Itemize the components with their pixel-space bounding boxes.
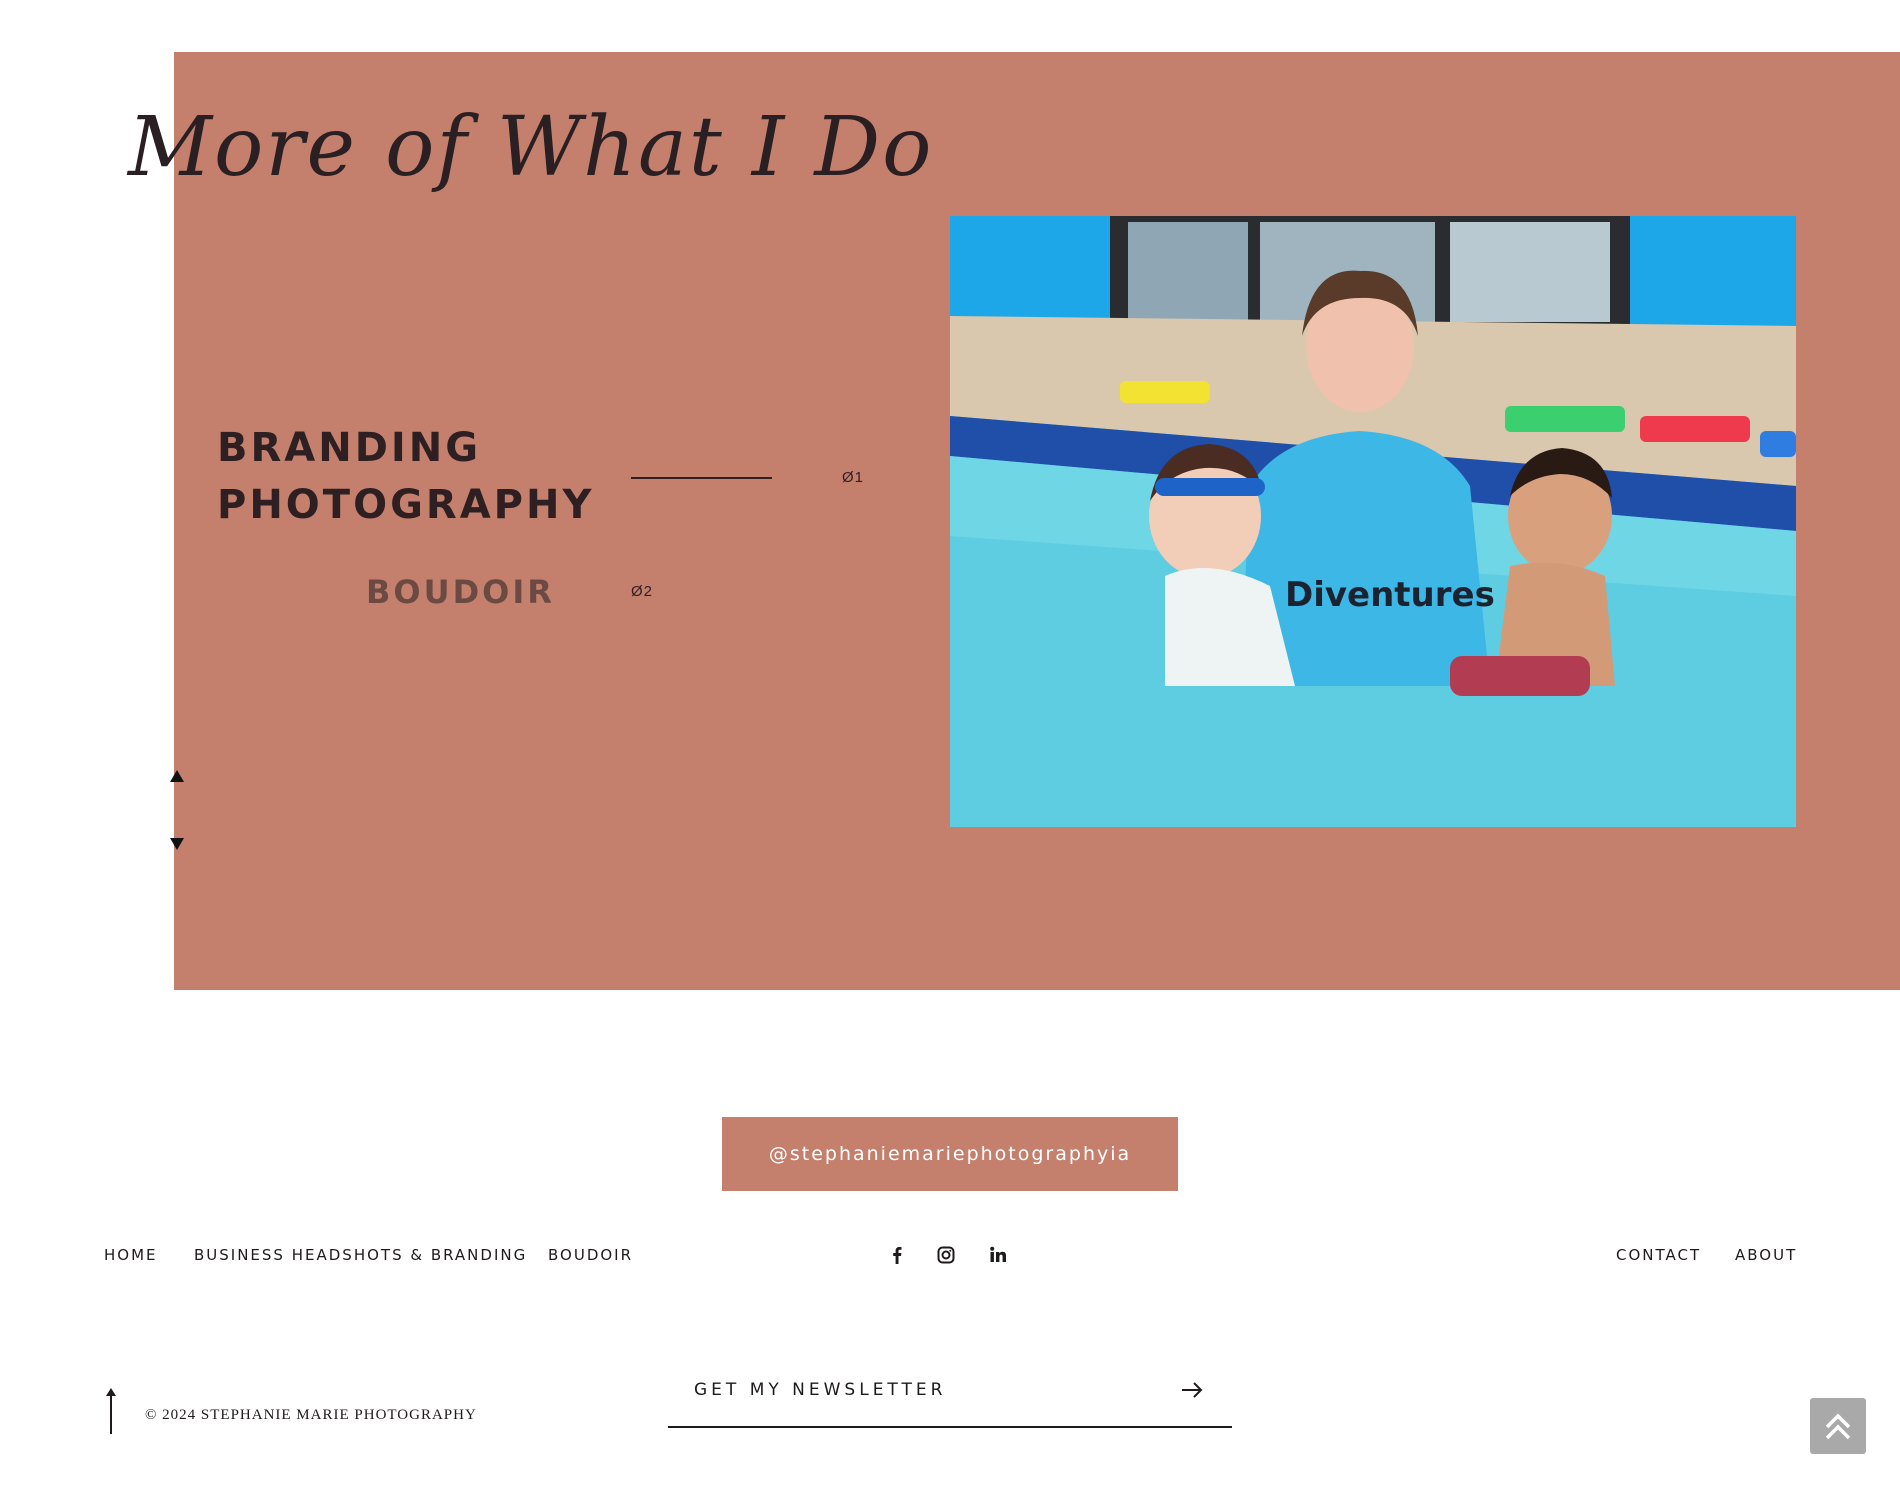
scroll-to-top-button[interactable] — [1810, 1398, 1866, 1454]
newsletter-signup[interactable]: GET MY NEWSLETTER — [668, 1370, 1232, 1428]
service-number-1: Ø1 — [842, 469, 865, 486]
instagram-icon[interactable] — [935, 1244, 957, 1266]
back-to-top-arrow-icon[interactable] — [104, 1388, 118, 1434]
service-branding-photography[interactable]: BRANDING PHOTOGRAPHY — [217, 420, 617, 534]
svg-text:Diventures: Diventures — [1285, 575, 1495, 615]
footer-link-contact[interactable]: CONTACT — [1616, 1246, 1701, 1264]
copyright-text: © 2024 STEPHANIE MARIE PHOTOGRAPHY — [145, 1407, 477, 1423]
footer-link-home[interactable]: HOME — [104, 1246, 158, 1264]
footer-link-about[interactable]: ABOUT — [1735, 1246, 1797, 1264]
arrow-right-icon — [1180, 1380, 1204, 1400]
section-title: More of What I Do — [128, 100, 934, 195]
facebook-icon[interactable] — [886, 1244, 908, 1266]
service-boudoir[interactable]: BOUDOIR — [366, 570, 555, 614]
service-number-2: Ø2 — [631, 583, 654, 600]
newsletter-label: GET MY NEWSLETTER — [694, 1380, 947, 1400]
footer-link-business-headshots-branding[interactable]: BUSINESS HEADSHOTS & BRANDING — [194, 1246, 527, 1264]
footer-link-boudoir[interactable]: BOUDOIR — [548, 1246, 633, 1264]
linkedin-icon[interactable] — [987, 1244, 1009, 1266]
double-chevron-up-icon — [1825, 1413, 1851, 1440]
service-divider-line — [631, 477, 772, 479]
slider-down-arrow-icon[interactable] — [168, 836, 186, 852]
instagram-handle-button[interactable]: @stephaniemariephotographyia — [722, 1117, 1178, 1191]
slider-up-arrow-icon[interactable] — [168, 768, 186, 784]
service-photo: Diventures — [950, 216, 1796, 827]
